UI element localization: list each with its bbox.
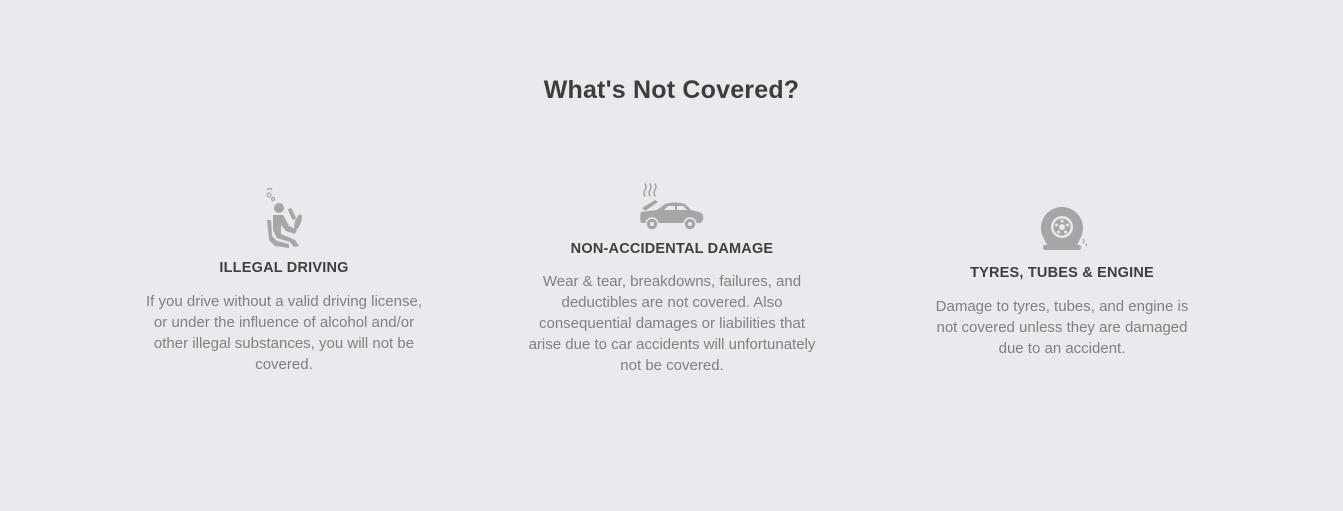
- card-illegal-driving: ILLEGAL DRIVING If you drive without a v…: [134, 186, 434, 375]
- card-heading: TYRES, TUBES & ENGINE: [970, 265, 1154, 281]
- broken-car-icon: [640, 183, 704, 231]
- card-description: If you drive without a valid driving lic…: [146, 293, 422, 373]
- card-heading: NON-ACCIDENTAL DAMAGE: [570, 241, 774, 257]
- card-description: Damage to tyres, tubes, and engine is no…: [935, 298, 1189, 357]
- card-heading: ILLEGAL DRIVING: [219, 260, 349, 276]
- drunk-driver-icon: [266, 187, 302, 248]
- card-tyres-tubes-engine: TYRES, TUBES & ENGINE Damage to tyres, t…: [912, 205, 1212, 359]
- card-description: Wear & tear, breakdowns, failures, and d…: [528, 273, 816, 374]
- section-title: What's Not Covered?: [543, 76, 800, 104]
- flat-tyre-icon: [1040, 206, 1087, 250]
- card-non-accidental-damage: NON-ACCIDENTAL DAMAGE Wear & tear, break…: [522, 182, 822, 376]
